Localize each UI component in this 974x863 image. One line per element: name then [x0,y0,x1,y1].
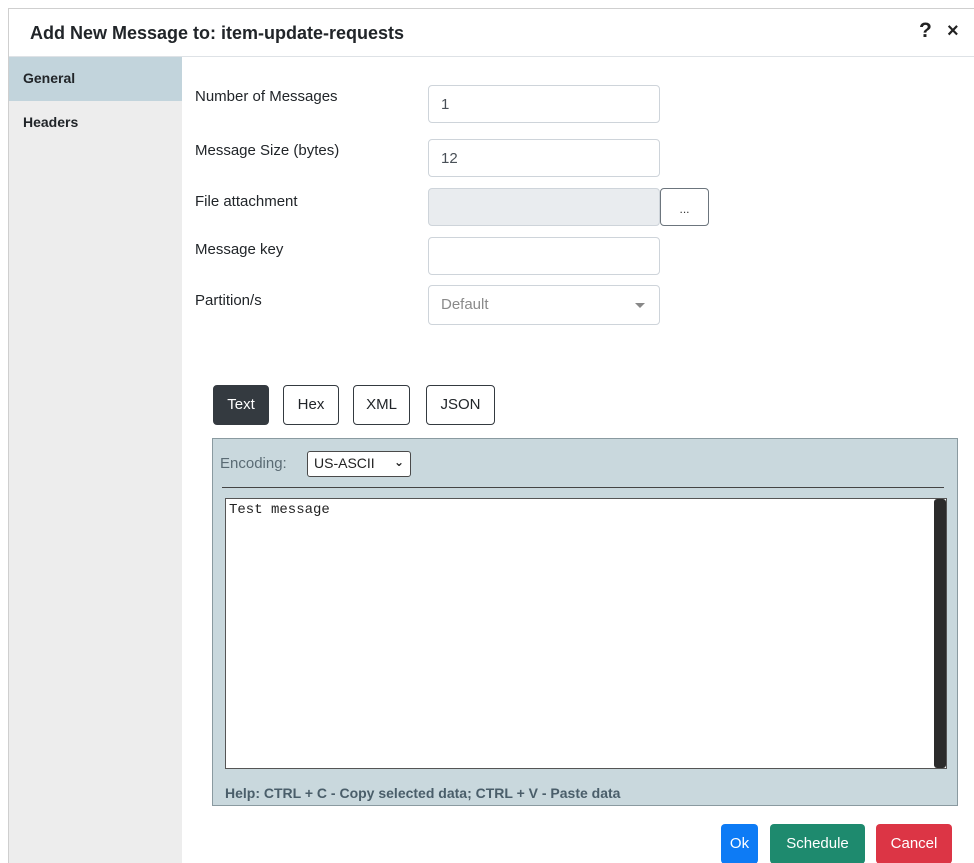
tab-hex[interactable]: Hex [283,385,339,425]
tab-json[interactable]: JSON [426,385,495,425]
encoding-select[interactable]: US-ASCII ⌄ [307,451,411,477]
browse-file-button[interactable]: ... [660,188,709,226]
sidebar: General Headers [9,57,182,863]
textarea-scrollbar[interactable] [934,499,946,768]
partitions-label: Partition/s [195,292,262,309]
number-of-messages-label: Number of Messages [195,88,338,105]
schedule-button[interactable]: Schedule [770,824,865,863]
general-panel: Number of Messages 1 Message Size (bytes… [182,57,974,863]
ok-button[interactable]: Ok [721,824,758,863]
number-of-messages-input[interactable]: 1 [428,85,660,123]
file-attachment-label: File attachment [195,193,298,210]
message-size-input[interactable]: 12 [428,139,660,177]
sidebar-item-general[interactable]: General [9,57,182,101]
chevron-down-icon: ⌄ [393,455,404,469]
help-icon[interactable]: ? [919,19,932,43]
sidebar-item-headers[interactable]: Headers [9,101,182,145]
file-attachment-input [428,188,660,226]
encoding-value: US-ASCII [314,455,375,471]
message-key-label: Message key [195,241,284,258]
dialog-title: Add New Message to: item-update-requests [30,23,405,43]
message-body-textarea[interactable]: Test message [225,498,947,769]
divider [222,487,944,488]
cancel-button[interactable]: Cancel [876,824,952,863]
message-editor-panel: Encoding: US-ASCII ⌄ Test message Help: … [212,438,958,806]
message-size-label: Message Size (bytes) [195,142,340,159]
partitions-select[interactable]: Default [428,285,660,325]
message-body-text: Test message [229,502,330,518]
caret-down-icon [635,303,645,308]
add-message-dialog: Add New Message to: item-update-requests… [8,8,974,863]
message-key-input[interactable] [428,237,660,275]
tab-xml[interactable]: XML [353,385,410,425]
close-icon[interactable]: × [947,20,959,43]
tab-text[interactable]: Text [213,385,269,425]
editor-help-text: Help: CTRL + C - Copy selected data; CTR… [225,785,621,801]
partitions-value: Default [441,296,489,313]
dialog-titlebar: Add New Message to: item-update-requests… [9,9,974,57]
encoding-label: Encoding: [220,455,287,472]
